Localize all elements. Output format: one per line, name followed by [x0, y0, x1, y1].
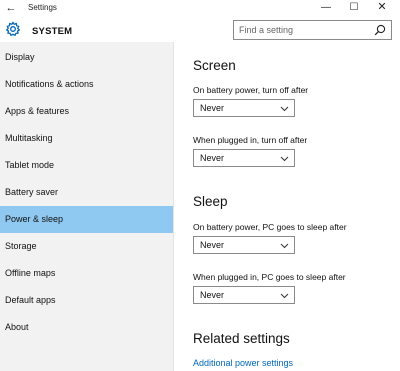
sidebar-item-label: Power & sleep	[5, 214, 64, 224]
close-button[interactable]: ✕	[369, 0, 395, 16]
sidebar-item-label: About	[5, 322, 29, 332]
sidebar-item-label: Storage	[5, 241, 37, 251]
search-icon[interactable]	[374, 24, 386, 36]
sidebar-item-label: Apps & features	[5, 106, 70, 116]
sidebar-item-label: Multitasking	[5, 133, 53, 143]
divider	[173, 42, 174, 371]
sleep-battery-dropdown[interactable]: Never	[193, 236, 295, 254]
chevron-down-icon	[280, 243, 289, 249]
title-bar: ← Settings — ☐ ✕	[0, 0, 400, 16]
sidebar-item-label: Battery saver	[5, 187, 59, 197]
back-arrow-icon[interactable]: ←	[4, 1, 18, 15]
sidebar-item-power-sleep[interactable]: Power & sleep	[0, 206, 173, 233]
page-title: SYSTEM	[32, 26, 73, 37]
sidebar-item-storage[interactable]: Storage	[0, 233, 173, 260]
chevron-down-icon	[280, 106, 289, 112]
sidebar-item-default-apps[interactable]: Default apps	[0, 287, 173, 314]
minimize-button[interactable]: —	[313, 0, 339, 16]
sidebar-item-tablet-mode[interactable]: Tablet mode	[0, 152, 173, 179]
search-input[interactable]: Find a setting	[233, 20, 392, 40]
maximize-button[interactable]: ☐	[341, 0, 367, 16]
screen-battery-dropdown[interactable]: Never	[193, 99, 295, 117]
dropdown-value: Never	[200, 290, 225, 300]
screen-battery-label: On battery power, turn off after	[193, 85, 309, 95]
sidebar-item-offline-maps[interactable]: Offline maps	[0, 260, 173, 287]
sidebar-item-display[interactable]: Display	[0, 44, 173, 71]
related-settings-heading: Related settings	[193, 331, 290, 346]
sleep-plugged-dropdown[interactable]: Never	[193, 286, 295, 304]
sidebar-item-multitasking[interactable]: Multitasking	[0, 125, 173, 152]
sleep-heading: Sleep	[193, 194, 228, 209]
search-placeholder: Find a setting	[239, 25, 294, 35]
chevron-down-icon	[280, 156, 289, 162]
sidebar-item-label: Offline maps	[5, 268, 56, 278]
screen-plugged-label: When plugged in, turn off after	[193, 135, 308, 145]
dropdown-value: Never	[200, 153, 225, 163]
sleep-plugged-label: When plugged in, PC goes to sleep after	[193, 272, 346, 282]
window-title: Settings	[28, 3, 57, 12]
chevron-down-icon	[280, 293, 289, 299]
sidebar-item-label: Default apps	[5, 295, 56, 305]
sidebar-item-label: Tablet mode	[5, 160, 55, 170]
sidebar: Display Notifications & actions Apps & f…	[0, 42, 173, 371]
sleep-battery-label: On battery power, PC goes to sleep after	[193, 222, 347, 232]
gear-icon	[5, 21, 21, 37]
sidebar-item-label: Notifications & actions	[5, 79, 94, 89]
sidebar-item-label: Display	[5, 52, 35, 62]
screen-heading: Screen	[193, 58, 236, 73]
dropdown-value: Never	[200, 103, 225, 113]
sidebar-item-apps-features[interactable]: Apps & features	[0, 98, 173, 125]
dropdown-value: Never	[200, 240, 225, 250]
screen-plugged-dropdown[interactable]: Never	[193, 149, 295, 167]
sidebar-item-about[interactable]: About	[0, 314, 173, 341]
additional-power-settings-link[interactable]: Additional power settings	[193, 358, 293, 368]
sidebar-item-notifications[interactable]: Notifications & actions	[0, 71, 173, 98]
sidebar-item-battery-saver[interactable]: Battery saver	[0, 179, 173, 206]
